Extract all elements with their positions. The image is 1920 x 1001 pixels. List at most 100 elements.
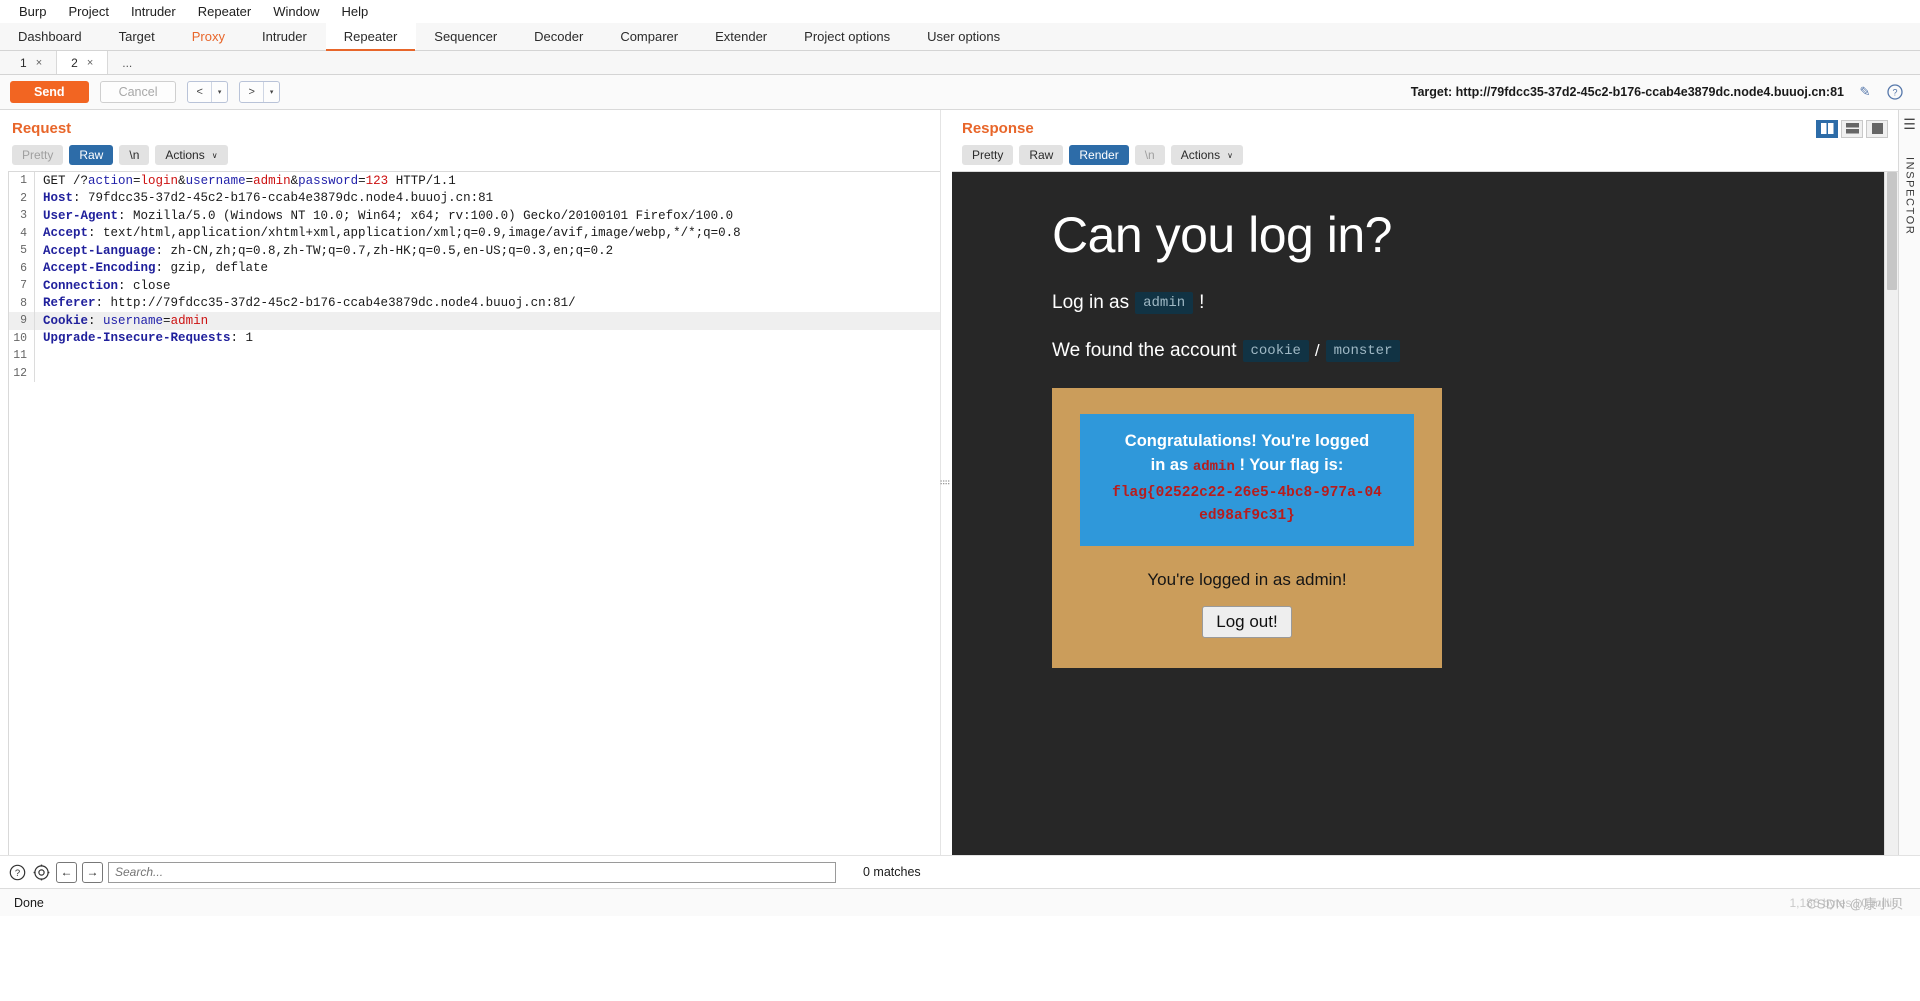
line-number: 7 — [9, 277, 35, 295]
pencil-icon[interactable]: ✎ — [1856, 83, 1874, 101]
gear-icon[interactable] — [32, 863, 51, 882]
tab-intruder[interactable]: Intruder — [244, 23, 326, 50]
tab-decoder[interactable]: Decoder — [516, 23, 602, 50]
layout-stacked-button[interactable] — [1841, 119, 1863, 138]
svg-text:?: ? — [1892, 88, 1897, 98]
history-forward-button[interactable]: > ▾ — [239, 81, 281, 103]
logout-button[interactable]: Log out! — [1202, 606, 1292, 639]
response-actions-button[interactable]: Actions ∨ — [1170, 145, 1243, 165]
request-code-line: 9 Cookie: username=admin — [9, 312, 940, 330]
main-tab-bar: Dashboard Target Proxy Intruder Repeater… — [0, 23, 1920, 51]
response-pane: Response Pretty Raw Render \n Actions ∨ … — [950, 110, 1898, 855]
search-next-button[interactable]: → — [82, 861, 103, 883]
repeater-tab-more[interactable]: ... — [108, 51, 146, 74]
tab-extender[interactable]: Extender — [697, 23, 786, 50]
request-format-bar: Pretty Raw \n Actions ∨ — [0, 145, 940, 171]
response-raw-button[interactable]: Raw — [1019, 145, 1064, 165]
tab-proxy[interactable]: Proxy — [174, 23, 244, 50]
request-pretty-button[interactable]: Pretty — [12, 145, 64, 165]
menu-item-window[interactable]: Window — [262, 2, 330, 21]
code-token: : zh-CN,zh;q=0.8,zh-TW;q=0.7,zh-HK;q=0.5… — [155, 243, 614, 258]
code-token: admin — [253, 173, 291, 188]
history-back-button[interactable]: < ▾ — [187, 81, 229, 103]
response-pane-header: Response — [950, 110, 1898, 145]
line-number: 11 — [9, 347, 35, 365]
response-render-button[interactable]: Render — [1069, 145, 1129, 165]
close-icon[interactable]: × — [87, 57, 93, 69]
help-icon[interactable]: ? — [1886, 83, 1904, 101]
code-token: : close — [118, 278, 171, 293]
match-count-label: 0 matches — [863, 865, 921, 879]
flag-value: flag{02522c22-26e5-4bc8-977a-04ed98af9c3… — [1112, 484, 1382, 525]
repeater-tab-1-label: 1 — [20, 55, 27, 70]
menu-bar: Burp Project Intruder Repeater Window He… — [0, 0, 1920, 23]
rows-icon — [1845, 123, 1859, 134]
help-icon[interactable]: ? — [8, 863, 27, 882]
request-raw-button[interactable]: Raw — [69, 145, 114, 165]
tab-repeater[interactable]: Repeater — [325, 23, 417, 51]
menu-item-repeater[interactable]: Repeater — [187, 2, 262, 21]
chevron-left-icon: < — [196, 86, 203, 98]
login-as-username-code: admin — [1135, 292, 1194, 314]
line-content: Cookie: username=admin — [35, 314, 208, 328]
cancel-button[interactable]: Cancel — [99, 81, 177, 103]
response-scrollbar[interactable] — [1884, 172, 1898, 855]
scrollbar-thumb[interactable] — [1887, 172, 1897, 290]
alert-line-1: Congratulations! You're logged — [1124, 432, 1370, 450]
code-token: = — [358, 173, 366, 188]
chevron-down-icon[interactable]: ▾ — [264, 82, 280, 102]
tab-sequencer[interactable]: Sequencer — [416, 23, 516, 50]
repeater-tab-2[interactable]: 2 × — [57, 51, 109, 74]
tab-user-options[interactable]: User options — [909, 23, 1019, 50]
request-actions-button[interactable]: Actions ∨ — [155, 145, 228, 165]
menu-item-intruder[interactable]: Intruder — [120, 2, 187, 21]
code-token: Accept — [43, 226, 89, 241]
line-number: 8 — [9, 294, 35, 312]
menu-item-project[interactable]: Project — [57, 2, 119, 21]
repeater-tab-1[interactable]: 1 × — [6, 51, 58, 74]
tab-target[interactable]: Target — [101, 23, 174, 50]
response-newline-button[interactable]: \n — [1134, 145, 1165, 165]
chevron-down-icon[interactable]: ▾ — [212, 82, 228, 102]
response-pretty-button[interactable]: Pretty — [962, 145, 1014, 165]
code-token: & — [290, 173, 299, 188]
tab-project-options[interactable]: Project options — [786, 23, 909, 50]
layout-side-by-side-button[interactable] — [1816, 119, 1838, 138]
request-pane: Request Pretty Raw \n Actions ∨ 1 GET /?a… — [0, 110, 940, 855]
code-token: Cookie — [43, 313, 89, 328]
code-token: admin — [170, 313, 209, 328]
code-token: login — [140, 173, 179, 188]
request-editor[interactable]: 1 GET /?action=login&username=admin&passw… — [8, 171, 940, 855]
tab-comparer[interactable]: Comparer — [602, 23, 697, 50]
request-code-line: 10 Upgrade-Insecure-Requests: 1 — [9, 329, 940, 347]
login-as-suffix: ! — [1199, 292, 1205, 313]
menu-item-burp[interactable]: Burp — [8, 2, 57, 21]
line-content: Connection: close — [35, 279, 171, 293]
menu-item-help[interactable]: Help — [330, 2, 379, 21]
search-input[interactable] — [108, 861, 836, 883]
layout-single-button[interactable] — [1866, 119, 1888, 138]
request-newline-button[interactable]: \n — [119, 145, 150, 165]
line-number: 5 — [9, 242, 35, 260]
toolbar-right-group: Target: http://79fdcc35-37d2-45c2-b176-c… — [1411, 83, 1910, 101]
search-prev-button[interactable]: ← — [56, 861, 77, 883]
inspector-rail[interactable]: ☰ INSPECTOR — [1898, 110, 1920, 855]
send-button[interactable]: Send — [10, 81, 89, 103]
pane-splitter[interactable]: ⣿ — [940, 110, 951, 855]
code-token: Accept-Language — [43, 243, 156, 258]
congratulations-alert: Congratulations! You're logged in as adm… — [1080, 414, 1414, 547]
tab-dashboard[interactable]: Dashboard — [0, 23, 101, 50]
response-format-bar: Pretty Raw Render \n Actions ∨ — [950, 145, 1898, 171]
help-circle-icon: ? — [1887, 84, 1903, 100]
code-token: User-Agent — [43, 208, 119, 223]
code-token: action — [88, 173, 134, 188]
code-token: : 1 — [230, 331, 254, 346]
code-token: & — [178, 173, 186, 188]
repeater-tab-bar: 1 × 2 × ... — [0, 51, 1920, 75]
request-code-line: 7 Connection: close — [9, 277, 940, 295]
code-token: = — [163, 313, 171, 328]
found-account-prefix: We found the account — [1052, 340, 1237, 361]
code-token: Upgrade-Insecure-Requests — [43, 331, 231, 346]
close-icon[interactable]: × — [36, 57, 42, 69]
hamburger-icon[interactable]: ☰ — [1903, 116, 1916, 133]
